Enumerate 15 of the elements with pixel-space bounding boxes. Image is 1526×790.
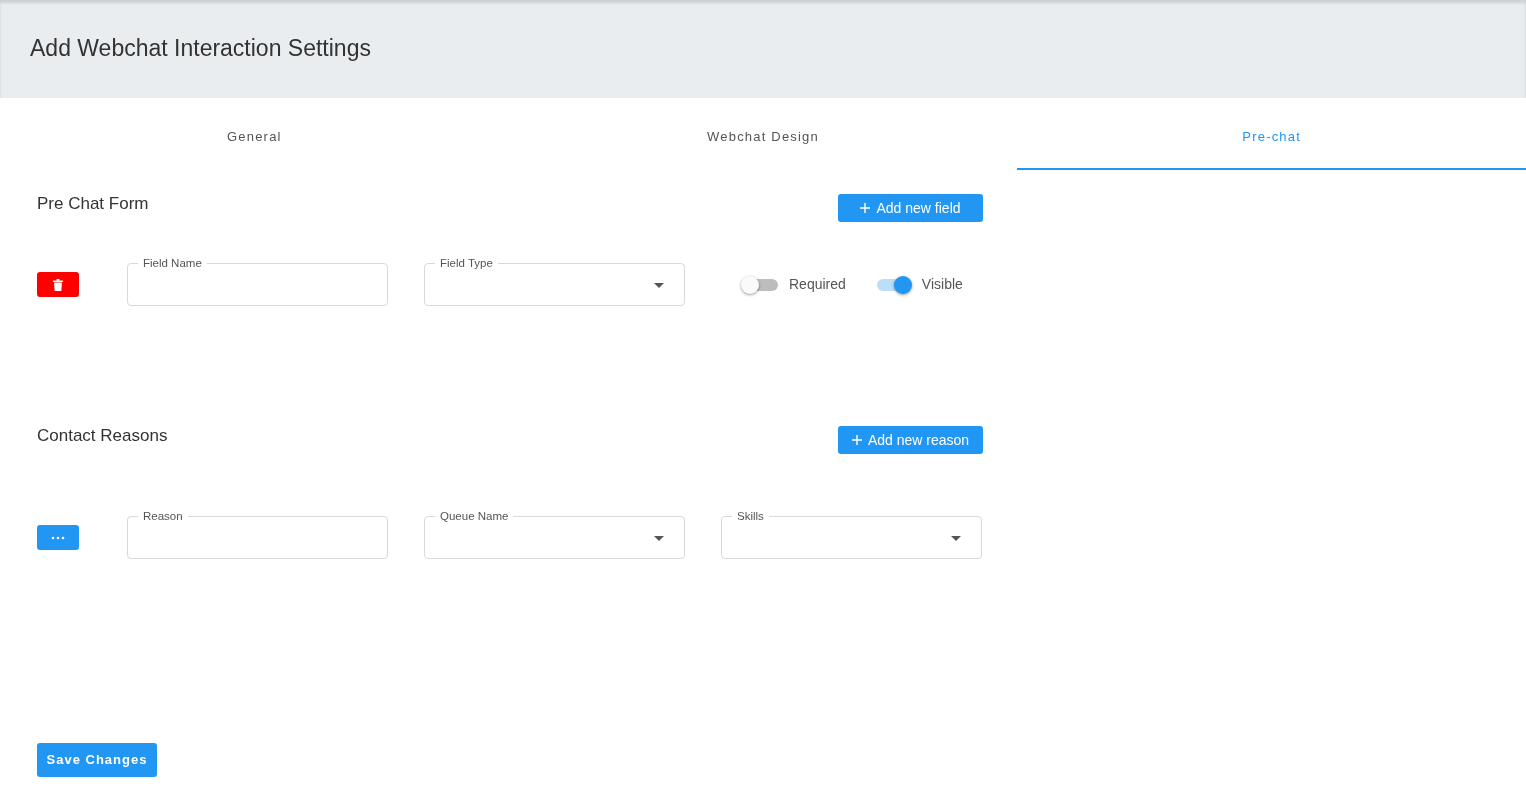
trash-icon (53, 278, 63, 291)
switch-label: Required (789, 275, 846, 294)
dropdown-caret-icon (654, 283, 664, 288)
plus-icon (860, 203, 871, 213)
delete-button[interactable] (37, 272, 79, 297)
switch-label: Visible (921, 275, 963, 294)
dropdown-caret-icon (951, 536, 961, 541)
tab[interactable]: Webchat Design (508, 106, 1018, 170)
section-title: Contact Reasons (37, 426, 168, 447)
dropdown-caret-icon (654, 536, 664, 541)
section-title: Pre Chat Form (37, 194, 149, 215)
more-icon (51, 535, 65, 540)
plus-icon (851, 435, 862, 445)
page-title: Add Webchat Interaction Settings (30, 35, 371, 63)
tab[interactable]: General (0, 106, 509, 170)
